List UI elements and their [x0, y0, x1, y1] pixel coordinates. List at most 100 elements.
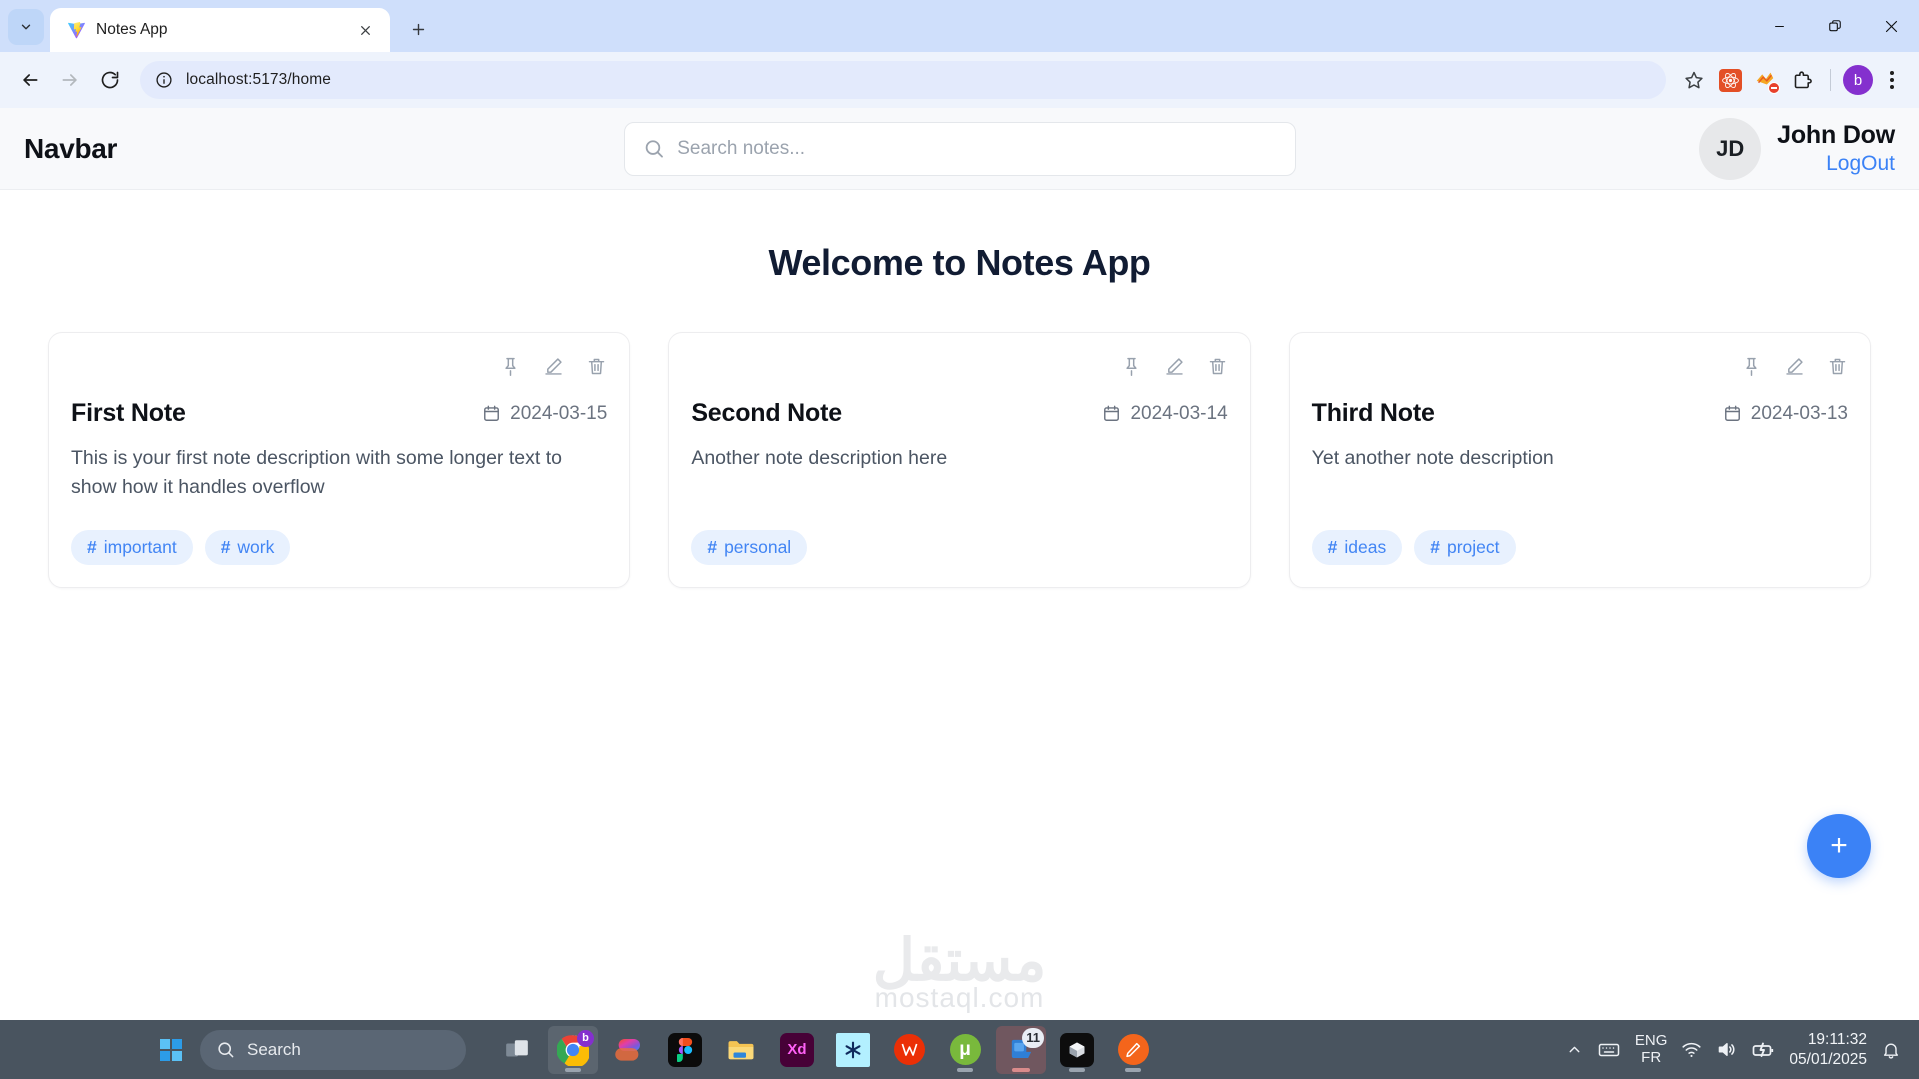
user-area: JD John Dow LogOut [1475, 117, 1895, 180]
note-tag[interactable]: # project [1414, 530, 1516, 565]
avatar[interactable]: JD [1699, 117, 1762, 180]
taskbar-app-utorrent[interactable]: μ [940, 1026, 990, 1074]
browser-tabstrip: Notes App [0, 0, 1919, 52]
search-input[interactable] [677, 137, 1277, 160]
taskbar-app-underline [1069, 1067, 1085, 1072]
note-card-actions [691, 351, 1227, 381]
trash-icon[interactable] [1207, 356, 1228, 377]
calendar-icon [1724, 405, 1740, 421]
tray-date: 05/01/2025 [1789, 1050, 1867, 1068]
reload-button[interactable] [92, 62, 128, 98]
forward-button[interactable] [52, 62, 88, 98]
add-note-button[interactable]: + [1807, 814, 1871, 878]
browser-tab[interactable]: Notes App [50, 8, 390, 52]
taskbar-app-underline [1125, 1067, 1141, 1072]
close-icon [360, 25, 370, 35]
app-brand: Navbar [24, 132, 118, 164]
taskbar-app-paint-tool[interactable] [1108, 1026, 1158, 1074]
bookmark-button[interactable] [1678, 64, 1710, 96]
watermark-arabic: مستقل [872, 927, 1047, 993]
page-viewport: Navbar JD John Dow LogOut Welcome to Not… [0, 108, 1919, 1020]
taskbar-app-file-explorer[interactable] [716, 1026, 766, 1074]
taskbar-app-adobe-xd[interactable]: Xd [772, 1026, 822, 1074]
new-tab-button[interactable] [400, 11, 436, 47]
edit-pencil-icon[interactable] [543, 356, 564, 377]
note-card-actions [71, 351, 607, 381]
tray-time: 19:11:32 [1807, 1031, 1867, 1049]
hash-icon: # [220, 537, 231, 557]
taskbar-app-google-chrome[interactable]: b [548, 1025, 598, 1074]
window-maximize-button[interactable] [1807, 0, 1863, 52]
taskbar-app-microsoft-365[interactable] [604, 1026, 654, 1074]
note-tag[interactable]: # ideas [1311, 530, 1403, 565]
taskbar-app-underline [957, 1067, 973, 1072]
taskbar-app-underline [1012, 1067, 1030, 1072]
tray-clock[interactable]: 19:11:32 05/01/2025 [1789, 1030, 1867, 1069]
note-tag[interactable]: # important [71, 530, 193, 565]
taskbar-app-figma[interactable] [660, 1026, 710, 1074]
note-card[interactable]: Third Note 2024-03-13 Yet another note d… [1288, 332, 1871, 588]
trash-icon[interactable] [1827, 356, 1848, 377]
window-minimize-button[interactable] [1751, 0, 1807, 52]
pen-icon [1117, 1034, 1149, 1065]
tab-close-button[interactable] [352, 17, 378, 43]
restore-icon [1829, 20, 1841, 32]
tray-keyboard-button[interactable] [1597, 1038, 1621, 1062]
note-card[interactable]: Second Note 2024-03-14 Another note desc… [668, 332, 1251, 588]
tray-wifi-button[interactable] [1681, 1039, 1702, 1060]
tray-volume-button[interactable] [1716, 1039, 1737, 1060]
react-devtools-button[interactable] [1714, 64, 1746, 96]
tab-search-button[interactable] [8, 9, 44, 45]
taskbar-app-messaging[interactable]: 11 [996, 1025, 1046, 1074]
wps-office-icon [893, 1034, 925, 1065]
extensions-button[interactable] [1786, 64, 1818, 96]
pin-icon[interactable] [500, 356, 521, 377]
back-button[interactable] [12, 62, 48, 98]
reload-icon [101, 71, 119, 89]
address-bar[interactable]: localhost:5173/home [140, 61, 1666, 99]
start-button[interactable] [148, 1027, 194, 1073]
task-view-icon [506, 1039, 528, 1056]
window-close-button[interactable] [1863, 0, 1919, 52]
tray-notifications-button[interactable] [1881, 1040, 1901, 1060]
pin-icon[interactable] [1121, 356, 1142, 377]
page-title: Welcome to Notes App [768, 242, 1151, 283]
logout-link[interactable]: LogOut [1826, 152, 1895, 176]
taskbar-app-wps-office[interactable] [884, 1026, 934, 1074]
navbar-search-region [464, 121, 1455, 176]
site-info-icon[interactable] [154, 70, 174, 90]
note-tag[interactable]: # personal [691, 530, 808, 565]
search-box[interactable] [623, 121, 1296, 176]
note-card-header: Second Note 2024-03-14 [691, 399, 1227, 428]
tray-language-indicator[interactable]: ENG FR [1634, 1032, 1668, 1066]
taskbar-app-snowflake[interactable] [828, 1026, 878, 1074]
note-card[interactable]: First Note 2024-03-15 This is your first… [48, 332, 631, 588]
note-description: This is your first note description with… [71, 447, 562, 499]
note-tag-label: important [103, 537, 177, 557]
blocked-extension-button[interactable] [1750, 64, 1782, 96]
taskbar-search[interactable]: Search [200, 1029, 466, 1070]
note-tag[interactable]: # work [204, 530, 291, 565]
back-arrow-icon [23, 74, 38, 86]
bell-icon [1883, 1043, 1899, 1059]
pin-icon[interactable] [1741, 356, 1762, 377]
forward-arrow-icon [62, 74, 77, 86]
note-date: 2024-03-14 [1102, 403, 1228, 425]
browser-profile-avatar[interactable]: b [1843, 65, 1873, 95]
tray-overflow-button[interactable] [1566, 1041, 1583, 1058]
edit-pencil-icon[interactable] [1784, 356, 1805, 377]
tray-battery-button[interactable] [1751, 1038, 1775, 1062]
asterisk-icon [836, 1032, 870, 1067]
taskbar-app-task-view[interactable] [492, 1026, 542, 1074]
browser-menu-button[interactable] [1877, 71, 1907, 89]
trash-icon[interactable] [586, 356, 607, 377]
plus-icon [412, 23, 424, 35]
hash-icon: # [1327, 537, 1338, 557]
taskbar-search-placeholder: Search [247, 1039, 301, 1059]
taskbar-app-3d-viewer[interactable] [1052, 1026, 1102, 1074]
edit-pencil-icon[interactable] [1164, 356, 1185, 377]
note-tag-label: project [1446, 537, 1500, 557]
tray-language-primary: ENG [1634, 1032, 1668, 1049]
close-icon [1885, 20, 1897, 32]
app-navbar: Navbar JD John Dow LogOut [0, 108, 1919, 190]
